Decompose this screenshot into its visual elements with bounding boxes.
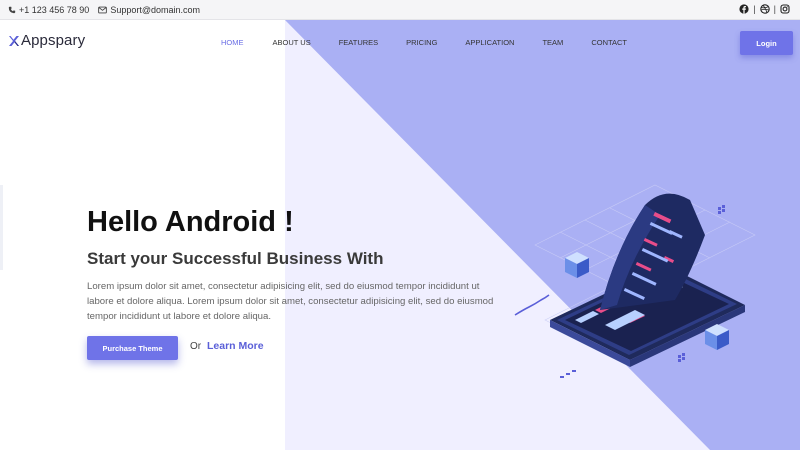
top-bar: +1 123 456 78 90 Support@domain.com | | — [0, 0, 800, 20]
phone-contact[interactable]: +1 123 456 78 90 — [8, 5, 89, 15]
nav-about-us[interactable]: ABOUT US — [273, 38, 311, 47]
support-email: Support@domain.com — [110, 4, 201, 15]
navbar: Appspary HOME ABOUT US FEATURES PRICING … — [0, 21, 800, 65]
hero-description: Lorem ipsum dolor sit amet, consectetur … — [87, 281, 494, 322]
side-tab[interactable] — [0, 185, 3, 270]
main-menu: HOME ABOUT US FEATURES PRICING APPLICATI… — [221, 38, 627, 47]
logo-text: Appspary — [21, 32, 86, 49]
dribbble-icon[interactable] — [759, 4, 770, 14]
email-contact[interactable]: Support@domain.com — [98, 5, 200, 15]
phone-icon — [8, 6, 16, 13]
logo-icon — [9, 35, 19, 46]
nav-application[interactable]: APPLICATION — [465, 38, 514, 47]
envelope-icon — [98, 6, 108, 13]
nav-home[interactable]: HOME — [221, 38, 244, 47]
nav-team[interactable]: TEAM — [542, 38, 563, 47]
hero-title: Hello Android ! — [87, 206, 294, 238]
instagram-icon[interactable] — [780, 4, 790, 14]
or-label: Or — [190, 341, 202, 352]
phone-number: +1 123 456 78 90 — [19, 4, 90, 15]
learn-more-link[interactable]: Learn More — [207, 340, 264, 352]
logo[interactable]: Appspary — [8, 32, 85, 49]
hero-subtitle: Start your Successful Business With — [87, 249, 384, 268]
nav-features[interactable]: FEATURES — [339, 38, 378, 47]
phone-illustration — [514, 184, 756, 378]
nav-contact[interactable]: CONTACT — [591, 38, 627, 47]
social-separator: | — [773, 4, 776, 14]
social-separator: | — [753, 4, 756, 14]
purchase-theme-button[interactable]: Purchase Theme — [87, 336, 178, 360]
nav-pricing[interactable]: PRICING — [406, 38, 437, 47]
facebook-icon[interactable] — [739, 4, 749, 14]
social-links: | | — [739, 4, 790, 14]
login-button[interactable]: Login — [740, 31, 793, 55]
